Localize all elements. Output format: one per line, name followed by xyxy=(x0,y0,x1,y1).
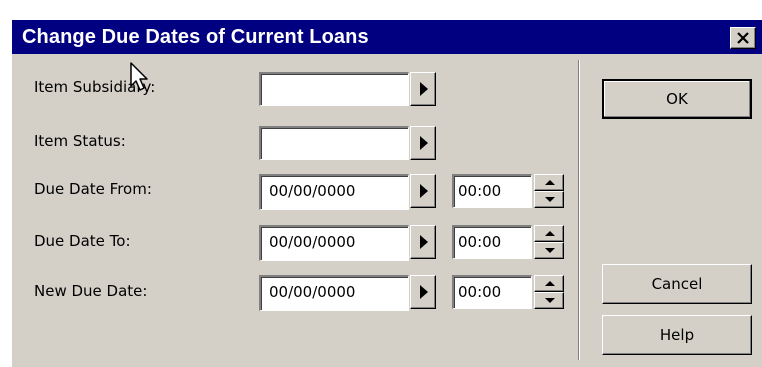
spin-up-icon xyxy=(545,231,555,236)
due-date-from-label: Due Date From: xyxy=(34,180,152,198)
spin-up-icon xyxy=(545,180,555,185)
spin-down-button[interactable] xyxy=(534,242,564,259)
close-x-icon xyxy=(737,32,749,44)
spin-down-icon xyxy=(545,298,555,303)
spin-down-button[interactable] xyxy=(534,292,564,309)
right-arrow-icon xyxy=(420,82,428,96)
item-status-label: Item Status: xyxy=(34,132,126,150)
cancel-button[interactable]: Cancel xyxy=(602,264,752,304)
spin-down-button[interactable] xyxy=(534,191,564,208)
new-due-date-time-spinner[interactable] xyxy=(534,275,564,309)
right-arrow-icon xyxy=(420,136,428,150)
change-due-dates-dialog: Change Due Dates of Current Loans Item S… xyxy=(10,18,762,367)
due-date-to-label: Due Date To: xyxy=(34,232,131,250)
title-bar[interactable]: Change Due Dates of Current Loans xyxy=(12,20,762,54)
right-arrow-icon xyxy=(420,184,428,198)
item-status-field[interactable] xyxy=(259,126,409,160)
due-date-to-time-spinner[interactable] xyxy=(534,225,564,259)
spin-up-button[interactable] xyxy=(534,225,564,242)
vertical-separator xyxy=(578,60,580,360)
due-date-to-picker-button[interactable] xyxy=(410,225,436,259)
ok-button[interactable]: OK xyxy=(602,79,752,119)
dialog-title: Change Due Dates of Current Loans xyxy=(22,26,369,48)
item-status-lookup-button[interactable] xyxy=(410,126,436,160)
spin-up-button[interactable] xyxy=(534,275,564,292)
due-date-to-time-field[interactable]: 00:00 xyxy=(452,225,532,259)
item-subsidiary-field[interactable] xyxy=(259,72,409,106)
spin-up-button[interactable] xyxy=(534,174,564,191)
due-date-from-picker-button[interactable] xyxy=(410,174,436,208)
spin-down-icon xyxy=(545,248,555,253)
due-date-to-field[interactable]: 00/00/0000 xyxy=(259,225,409,261)
new-due-date-field[interactable]: 00/00/0000 xyxy=(259,275,409,311)
new-due-date-label: New Due Date: xyxy=(34,282,148,300)
close-button[interactable] xyxy=(730,27,756,49)
due-date-from-time-field[interactable]: 00:00 xyxy=(452,174,532,208)
spin-up-icon xyxy=(545,281,555,286)
item-subsidiary-lookup-button[interactable] xyxy=(410,72,436,106)
new-due-date-time-field[interactable]: 00:00 xyxy=(452,275,532,309)
spin-down-icon xyxy=(545,197,555,202)
help-button[interactable]: Help xyxy=(602,315,752,355)
due-date-from-time-spinner[interactable] xyxy=(534,174,564,208)
right-arrow-icon xyxy=(420,285,428,299)
mouse-pointer-icon xyxy=(130,62,148,91)
due-date-from-field[interactable]: 00/00/0000 xyxy=(259,174,409,210)
new-due-date-picker-button[interactable] xyxy=(410,275,436,309)
right-arrow-icon xyxy=(420,235,428,249)
